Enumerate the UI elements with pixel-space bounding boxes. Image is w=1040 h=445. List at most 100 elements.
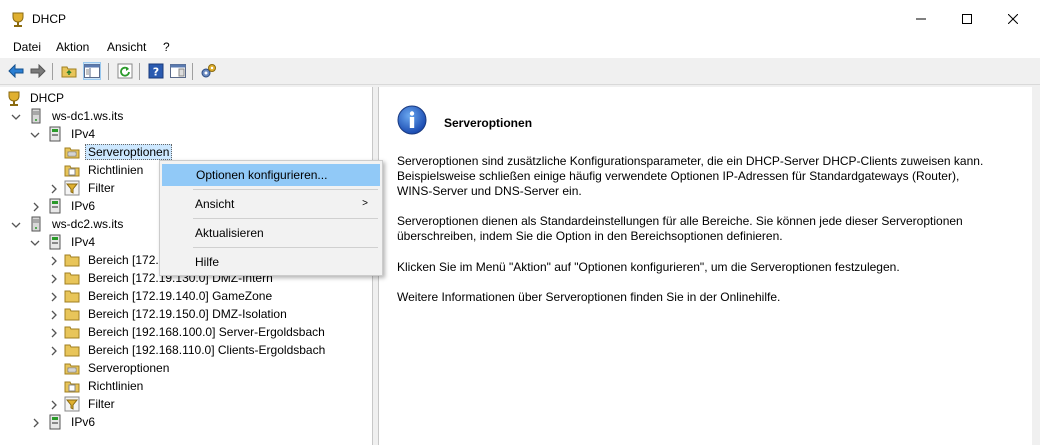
scope-folder-icon [64, 308, 80, 321]
tree-item-serveroptionen[interactable]: Serveroptionen [64, 359, 172, 377]
tree-item-ipv6[interactable]: IPv6 [47, 413, 98, 431]
help-icon: ? [148, 63, 164, 79]
tree-label: IPv4 [71, 127, 96, 141]
description-line: WINS-Server und DNS-Server ein. [397, 184, 582, 198]
back-button[interactable] [7, 62, 25, 80]
expand-chevron-icon[interactable] [49, 328, 59, 338]
collapse-chevron-icon[interactable] [11, 112, 21, 122]
description-line: Weitere Informationen über Serveroptione… [397, 290, 781, 304]
expand-chevron-icon[interactable] [31, 202, 41, 212]
dhcp-app-icon [12, 12, 24, 27]
show-hide-tree-icon [84, 64, 100, 78]
scope-folder-icon [64, 290, 80, 303]
toolbar-separator [108, 63, 109, 80]
description-line: Serveroptionen sind zusätzliche Konfigur… [397, 154, 984, 168]
submenu-arrow-icon: > [362, 198, 368, 209]
collapse-chevron-icon[interactable] [11, 220, 21, 230]
tree-label: Bereich [192.168.110.0] Clients-Ergoldsb… [88, 343, 326, 357]
show-hide-tree-button[interactable] [83, 62, 101, 80]
refresh-button[interactable] [116, 62, 134, 80]
collapse-chevron-icon[interactable] [30, 130, 40, 140]
menu-separator [193, 218, 378, 219]
tree-label: ws-dc2.ws.its [52, 217, 124, 231]
menu-datei[interactable]: Datei [13, 40, 41, 54]
info-icon [397, 105, 427, 135]
dhcp-server-button[interactable] [200, 62, 218, 80]
tree-item-ipv4[interactable]: IPv4 [47, 125, 98, 143]
tree-label: Bereich [172.19.140.0] GameZone [88, 289, 273, 303]
close-icon [1008, 14, 1018, 24]
ipv6-icon [49, 414, 61, 430]
tree-item-scope[interactable]: Bereich [172.19.150.0] DMZ-Isolation [64, 305, 290, 323]
tree-item-richtlinien[interactable]: Richtlinien [64, 377, 146, 395]
svg-text:?: ? [153, 66, 159, 79]
menu-item-hilfe[interactable]: Hilfe [162, 251, 380, 273]
expand-chevron-icon[interactable] [49, 400, 59, 410]
help-button[interactable]: ? [147, 62, 165, 80]
expand-chevron-icon[interactable] [49, 346, 59, 356]
menu-bar: Datei Aktion Ansicht ? [0, 38, 1040, 58]
window-title: DHCP [32, 12, 67, 26]
up-level-button[interactable] [60, 62, 78, 80]
menu-item-optionen-konfigurieren[interactable]: Optionen konfigurieren... [162, 164, 380, 186]
up-folder-icon [61, 66, 77, 78]
toolbar-separator [139, 63, 140, 80]
menu-separator [193, 189, 378, 190]
tree-item-server-ws-dc2[interactable]: ws-dc2.ws.its [28, 215, 126, 233]
tree-item-richtlinien[interactable]: Richtlinien [64, 161, 146, 179]
tree-label: Filter [88, 181, 115, 195]
tree-label: DHCP [30, 91, 65, 105]
tree-item-serveroptionen-selected[interactable]: Serveroptionen [64, 143, 173, 161]
expand-chevron-icon[interactable] [49, 184, 59, 194]
toolbar-separator [52, 63, 53, 80]
ipv4-icon [49, 234, 61, 250]
collapse-chevron-icon[interactable] [30, 238, 40, 248]
tree-item-ipv6[interactable]: IPv6 [47, 197, 98, 215]
tree-item-filter[interactable]: Filter [64, 395, 118, 413]
filter-icon [64, 180, 80, 196]
expand-chevron-icon[interactable] [49, 274, 59, 284]
tree-label: ws-dc1.ws.its [52, 109, 124, 123]
scope-folder-icon [64, 326, 80, 339]
menu-ansicht[interactable]: Ansicht [107, 40, 146, 54]
expand-chevron-icon[interactable] [49, 310, 59, 320]
ipv4-icon [49, 126, 61, 142]
tree-item-server-ws-dc1[interactable]: ws-dc1.ws.its [28, 107, 126, 125]
menu-aktion[interactable]: Aktion [56, 40, 89, 54]
tree-item-filter[interactable]: Filter [64, 179, 118, 197]
tree-item-scope[interactable]: Bereich [192.168.110.0] Clients-Ergoldsb… [64, 341, 328, 359]
tree-label: Bereich [192.168.100.0] Server-Ergoldsba… [88, 325, 325, 339]
tree-label: IPv4 [71, 235, 96, 249]
dhcp-trophy-icon [8, 91, 20, 106]
forward-arrow-icon [30, 64, 46, 78]
details-pane: Serveroptionen Serveroptionen sind zusät… [378, 87, 1032, 445]
expand-chevron-icon[interactable] [31, 418, 41, 428]
tree-item-scope[interactable]: Bereich [192.168.100.0] Server-Ergoldsba… [64, 323, 328, 341]
tree-item-scope[interactable]: Bereich [172.19.140.0] GameZone [64, 287, 275, 305]
tree-item-dhcp[interactable]: DHCP [6, 89, 67, 107]
maximize-button[interactable] [944, 0, 990, 38]
minimize-icon [916, 18, 926, 20]
description-line: Beispielsweise schließen einige häufig v… [397, 169, 960, 183]
dhcp-server-icon [201, 64, 216, 78]
vertical-scrollbar[interactable] [1032, 87, 1040, 445]
tree-item-ipv4[interactable]: IPv4 [47, 233, 98, 251]
properties-button[interactable] [169, 62, 187, 80]
server-icon [31, 216, 41, 232]
content-heading: Serveroptionen [444, 116, 533, 130]
menu-item-ansicht[interactable]: Ansicht > [162, 193, 380, 215]
maximize-icon [962, 14, 972, 24]
menu-help[interactable]: ? [163, 40, 170, 54]
expand-chevron-icon[interactable] [49, 256, 59, 266]
close-button[interactable] [990, 0, 1036, 38]
menu-item-label: Optionen konfigurieren... [196, 168, 328, 182]
minimize-button[interactable] [898, 0, 944, 38]
back-arrow-icon [8, 64, 24, 78]
tree-label: Richtlinien [88, 163, 144, 177]
forward-button[interactable] [29, 62, 47, 80]
expand-chevron-icon[interactable] [49, 292, 59, 302]
server-icon [31, 108, 41, 124]
menu-item-aktualisieren[interactable]: Aktualisieren [162, 222, 380, 244]
toolbar: ? [0, 59, 1040, 85]
description-line: Serveroptionen dienen als Standardeinste… [397, 214, 963, 228]
